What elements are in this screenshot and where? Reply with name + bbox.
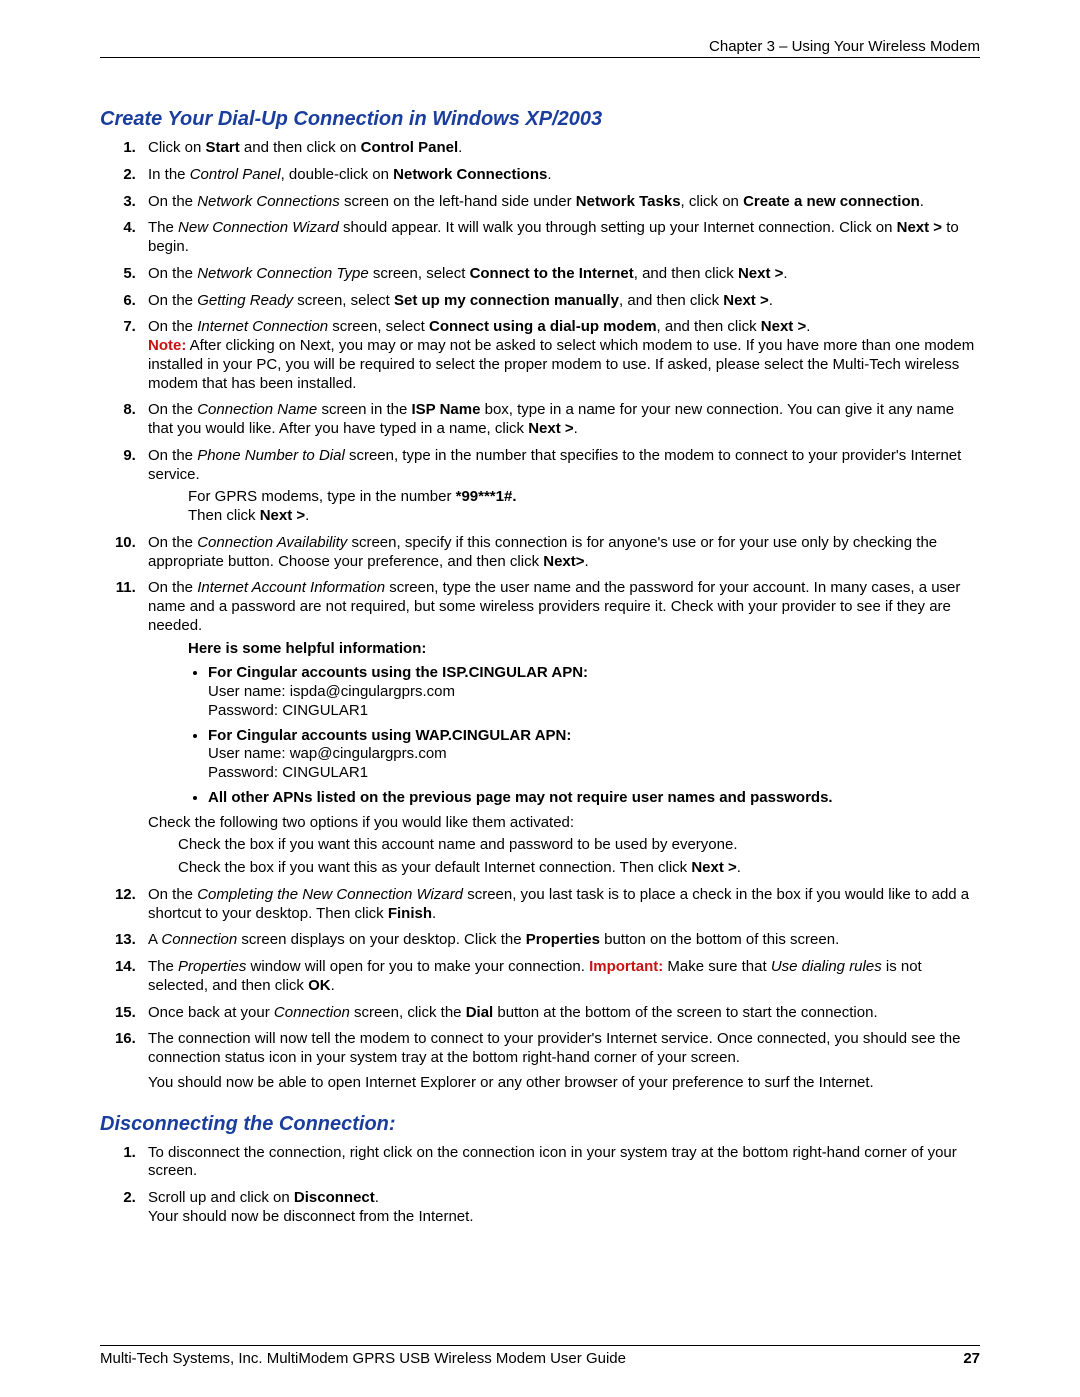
step-1: Click on Start and then click on Control…: [140, 139, 980, 158]
step-10: On the Connection Availability screen, s…: [140, 534, 980, 572]
disc-step-2: Scroll up and click on Disconnect.Your s…: [140, 1189, 980, 1227]
apn-isp-cingular: For Cingular accounts using the ISP.CING…: [208, 664, 980, 720]
step-8: On the Connection Name screen in the ISP…: [140, 401, 980, 439]
helpful-info-header: Here is some helpful information:: [188, 640, 980, 659]
step-14: The Properties window will open for you …: [140, 958, 980, 996]
disc-step-1: To disconnect the connection, right clic…: [140, 1144, 980, 1182]
step-16: The connection will now tell the modem t…: [140, 1030, 980, 1092]
steps-list-create: Click on Start and then click on Control…: [140, 139, 980, 1093]
page-number: 27: [963, 1350, 980, 1367]
apn-list: For Cingular accounts using the ISP.CING…: [208, 664, 980, 807]
check-option-2: Check the box if you want this as your d…: [178, 859, 980, 878]
document-page: Chapter 3 – Using Your Wireless Modem Cr…: [0, 0, 1080, 1397]
step-13: A Connection screen displays on your des…: [140, 931, 980, 950]
step-9-sub: For GPRS modems, type in the number *99*…: [188, 488, 980, 526]
step-11: On the Internet Account Information scre…: [140, 579, 980, 878]
check-option-1: Check the box if you want this account n…: [178, 836, 980, 855]
step-15: Once back at your Connection screen, cli…: [140, 1004, 980, 1023]
step-9: On the Phone Number to Dial screen, type…: [140, 447, 980, 526]
apn-other: All other APNs listed on the previous pa…: [208, 789, 980, 808]
step-5: On the Network Connection Type screen, s…: [140, 265, 980, 284]
section-title-create-connection: Create Your Dial-Up Connection in Window…: [100, 108, 980, 131]
steps-list-disconnect: To disconnect the connection, right clic…: [140, 1144, 980, 1227]
section-title-disconnecting: Disconnecting the Connection:: [100, 1113, 980, 1136]
step-4: The New Connection Wizard should appear.…: [140, 219, 980, 257]
step-6: On the Getting Ready screen, select Set …: [140, 292, 980, 311]
step-7: On the Internet Connection screen, selec…: [140, 318, 980, 393]
page-header: Chapter 3 – Using Your Wireless Modem: [100, 38, 980, 58]
step-16-note: You should now be able to open Internet …: [148, 1074, 980, 1093]
apn-wap-cingular: For Cingular accounts using WAP.CINGULAR…: [208, 727, 980, 783]
step-3: On the Network Connections screen on the…: [140, 193, 980, 212]
footer-text: Multi-Tech Systems, Inc. MultiModem GPRS…: [100, 1350, 626, 1367]
step-2: In the Control Panel, double-click on Ne…: [140, 166, 980, 185]
page-footer: Multi-Tech Systems, Inc. MultiModem GPRS…: [100, 1345, 980, 1367]
step-12: On the Completing the New Connection Wiz…: [140, 886, 980, 924]
check-options-intro: Check the following two options if you w…: [148, 814, 980, 833]
